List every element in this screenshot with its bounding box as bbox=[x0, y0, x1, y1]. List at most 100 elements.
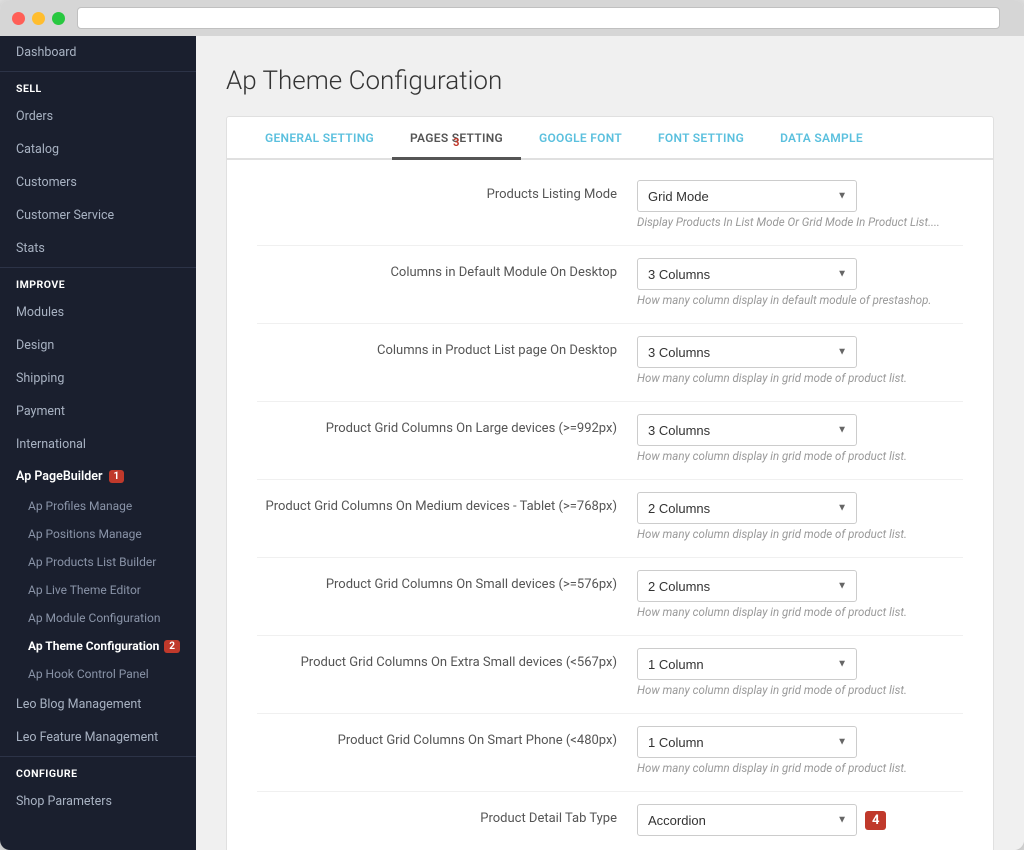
sidebar-item-orders[interactable]: Orders bbox=[0, 100, 196, 133]
sidebar-section-configure: CONFIGURE bbox=[0, 756, 196, 785]
select-wrap-product-detail-tab-type: Accordion Tabs ▼ bbox=[637, 804, 857, 836]
sidebar-item-ap-module-configuration[interactable]: Ap Module Configuration bbox=[0, 604, 196, 632]
title-bar bbox=[0, 0, 1024, 36]
select-columns-default-module[interactable]: 1 Column 2 Columns 3 Columns 4 Columns bbox=[637, 258, 857, 290]
control-products-listing-mode: Grid Mode List Mode ▼ Display Products I… bbox=[637, 180, 963, 229]
label-columns-default-module: Columns in Default Module On Desktop bbox=[257, 258, 637, 280]
select-wrap-columns-product-list: 1 Column 2 Columns 3 Columns 4 Columns ▼ bbox=[637, 336, 857, 368]
sidebar-item-catalog[interactable]: Catalog bbox=[0, 133, 196, 166]
label-grid-small: Product Grid Columns On Small devices (>… bbox=[257, 570, 637, 592]
form-row-grid-small: Product Grid Columns On Small devices (>… bbox=[257, 570, 963, 627]
control-columns-default-module: 1 Column 2 Columns 3 Columns 4 Columns ▼… bbox=[637, 258, 963, 307]
ap-pagebuilder-label: Ap PageBuilder bbox=[16, 469, 103, 484]
control-grid-small: 1 Column 2 Columns 3 Columns ▼ How many … bbox=[637, 570, 963, 619]
select-grid-smartphone[interactable]: 1 Column 2 Columns bbox=[637, 726, 857, 758]
pages-setting-badge: 3 bbox=[453, 136, 460, 149]
tab-general-setting[interactable]: GENERAL SETTING bbox=[247, 117, 392, 160]
sidebar-item-ap-live-theme-editor[interactable]: Ap Live Theme Editor bbox=[0, 576, 196, 604]
select-wrap-grid-large: 1 Column 2 Columns 3 Columns 4 Columns ▼ bbox=[637, 414, 857, 446]
select-wrap-products-listing-mode: Grid Mode List Mode ▼ bbox=[637, 180, 857, 212]
sidebar-item-dashboard[interactable]: Dashboard bbox=[0, 36, 196, 69]
sidebar-section-improve: IMPROVE bbox=[0, 267, 196, 296]
form-body: Products Listing Mode Grid Mode List Mod… bbox=[227, 160, 993, 850]
label-columns-product-list: Columns in Product List page On Desktop bbox=[257, 336, 637, 358]
control-grid-medium: 1 Column 2 Columns 3 Columns 4 Columns ▼… bbox=[637, 492, 963, 541]
form-row-grid-medium: Product Grid Columns On Medium devices -… bbox=[257, 492, 963, 549]
minimize-button[interactable] bbox=[32, 12, 45, 25]
sidebar-item-ap-profiles-manage[interactable]: Ap Profiles Manage bbox=[0, 492, 196, 520]
tab-google-font[interactable]: GOOGLE FONT bbox=[521, 117, 640, 160]
label-grid-smartphone: Product Grid Columns On Smart Phone (<48… bbox=[257, 726, 637, 748]
sidebar-item-shipping[interactable]: Shipping bbox=[0, 362, 196, 395]
sidebar-item-stats[interactable]: Stats bbox=[0, 232, 196, 265]
sidebar-item-international[interactable]: International bbox=[0, 428, 196, 461]
select-grid-extra-small[interactable]: 1 Column 2 Columns 3 Columns bbox=[637, 648, 857, 680]
hint-columns-product-list: How many column display in grid mode of … bbox=[637, 371, 963, 385]
app-body: Dashboard SELL Orders Catalog Customers … bbox=[0, 36, 1024, 850]
sidebar-item-ap-positions-manage[interactable]: Ap Positions Manage bbox=[0, 520, 196, 548]
form-row-grid-smartphone: Product Grid Columns On Smart Phone (<48… bbox=[257, 726, 963, 783]
tab-pages-setting[interactable]: PAGES SETTING 3 bbox=[392, 117, 521, 160]
select-grid-small[interactable]: 1 Column 2 Columns 3 Columns bbox=[637, 570, 857, 602]
tabs-bar: GENERAL SETTING PAGES SETTING 3 GOOGLE F… bbox=[227, 117, 993, 160]
form-row-grid-large: Product Grid Columns On Large devices (>… bbox=[257, 414, 963, 471]
hint-products-listing-mode: Display Products In List Mode Or Grid Mo… bbox=[637, 215, 963, 229]
select-products-listing-mode[interactable]: Grid Mode List Mode bbox=[637, 180, 857, 212]
page-title: Ap Theme Configuration bbox=[226, 66, 994, 96]
form-row-product-detail-tab-type: Product Detail Tab Type Accordion Tabs ▼ bbox=[257, 804, 963, 844]
sidebar-item-ap-products-list-builder[interactable]: Ap Products List Builder bbox=[0, 548, 196, 576]
select-product-detail-tab-type[interactable]: Accordion Tabs bbox=[637, 804, 857, 836]
label-grid-medium: Product Grid Columns On Medium devices -… bbox=[257, 492, 637, 514]
form-row-columns-default-module: Columns in Default Module On Desktop 1 C… bbox=[257, 258, 963, 315]
form-row-products-listing-mode: Products Listing Mode Grid Mode List Mod… bbox=[257, 180, 963, 237]
tab-data-sample[interactable]: DATA SAMPLE bbox=[762, 117, 881, 160]
hint-grid-extra-small: How many column display in grid mode of … bbox=[637, 683, 963, 697]
form-row-grid-extra-small: Product Grid Columns On Extra Small devi… bbox=[257, 648, 963, 705]
hint-columns-default-module: How many column display in default modul… bbox=[637, 293, 963, 307]
address-bar[interactable] bbox=[77, 7, 1000, 29]
sidebar-item-payment[interactable]: Payment bbox=[0, 395, 196, 428]
control-product-detail-tab-type: Accordion Tabs ▼ 4 bbox=[637, 804, 963, 836]
hint-grid-large: How many column display in grid mode of … bbox=[637, 449, 963, 463]
ap-pagebuilder-badge: 1 bbox=[109, 470, 125, 483]
sidebar-item-leo-feature-management[interactable]: Leo Feature Management bbox=[0, 721, 196, 754]
close-button[interactable] bbox=[12, 12, 25, 25]
app-window: Dashboard SELL Orders Catalog Customers … bbox=[0, 0, 1024, 850]
select-grid-large[interactable]: 1 Column 2 Columns 3 Columns 4 Columns bbox=[637, 414, 857, 446]
sidebar-item-ap-pagebuilder[interactable]: Ap PageBuilder 1 bbox=[0, 461, 196, 492]
select-wrap-grid-extra-small: 1 Column 2 Columns 3 Columns ▼ bbox=[637, 648, 857, 680]
sidebar: Dashboard SELL Orders Catalog Customers … bbox=[0, 36, 196, 850]
control-grid-smartphone: 1 Column 2 Columns ▼ How many column dis… bbox=[637, 726, 963, 775]
label-grid-extra-small: Product Grid Columns On Extra Small devi… bbox=[257, 648, 637, 670]
control-columns-product-list: 1 Column 2 Columns 3 Columns 4 Columns ▼… bbox=[637, 336, 963, 385]
hint-grid-smartphone: How many column display in grid mode of … bbox=[637, 761, 963, 775]
sidebar-item-design[interactable]: Design bbox=[0, 329, 196, 362]
select-grid-medium[interactable]: 1 Column 2 Columns 3 Columns 4 Columns bbox=[637, 492, 857, 524]
select-wrap-grid-smartphone: 1 Column 2 Columns ▼ bbox=[637, 726, 857, 758]
sidebar-item-customers[interactable]: Customers bbox=[0, 166, 196, 199]
form-row-columns-product-list: Columns in Product List page On Desktop … bbox=[257, 336, 963, 393]
select-columns-product-list[interactable]: 1 Column 2 Columns 3 Columns 4 Columns bbox=[637, 336, 857, 368]
sidebar-item-ap-hook-control-panel[interactable]: Ap Hook Control Panel bbox=[0, 660, 196, 688]
content-card: GENERAL SETTING PAGES SETTING 3 GOOGLE F… bbox=[226, 116, 994, 850]
sidebar-item-shop-parameters[interactable]: Shop Parameters bbox=[0, 785, 196, 818]
main-content: Ap Theme Configuration GENERAL SETTING P… bbox=[196, 36, 1024, 850]
label-grid-large: Product Grid Columns On Large devices (>… bbox=[257, 414, 637, 436]
maximize-button[interactable] bbox=[52, 12, 65, 25]
select-wrap-grid-small: 1 Column 2 Columns 3 Columns ▼ bbox=[637, 570, 857, 602]
hint-grid-small: How many column display in grid mode of … bbox=[637, 605, 963, 619]
hint-grid-medium: How many column display in grid mode of … bbox=[637, 527, 963, 541]
sidebar-item-ap-theme-configuration[interactable]: Ap Theme Configuration 2 bbox=[0, 632, 196, 660]
label-product-detail-tab-type: Product Detail Tab Type bbox=[257, 804, 637, 826]
select-wrap-grid-medium: 1 Column 2 Columns 3 Columns 4 Columns ▼ bbox=[637, 492, 857, 524]
control-grid-large: 1 Column 2 Columns 3 Columns 4 Columns ▼… bbox=[637, 414, 963, 463]
control-grid-extra-small: 1 Column 2 Columns 3 Columns ▼ How many … bbox=[637, 648, 963, 697]
theme-config-badge: 2 bbox=[164, 640, 180, 653]
traffic-lights bbox=[12, 12, 65, 25]
select-wrap-columns-default-module: 1 Column 2 Columns 3 Columns 4 Columns ▼ bbox=[637, 258, 857, 290]
label-products-listing-mode: Products Listing Mode bbox=[257, 180, 637, 202]
sidebar-item-customer-service[interactable]: Customer Service bbox=[0, 199, 196, 232]
sidebar-item-modules[interactable]: Modules bbox=[0, 296, 196, 329]
tab-font-setting[interactable]: FONT SETTING bbox=[640, 117, 762, 160]
sidebar-item-leo-blog-management[interactable]: Leo Blog Management bbox=[0, 688, 196, 721]
